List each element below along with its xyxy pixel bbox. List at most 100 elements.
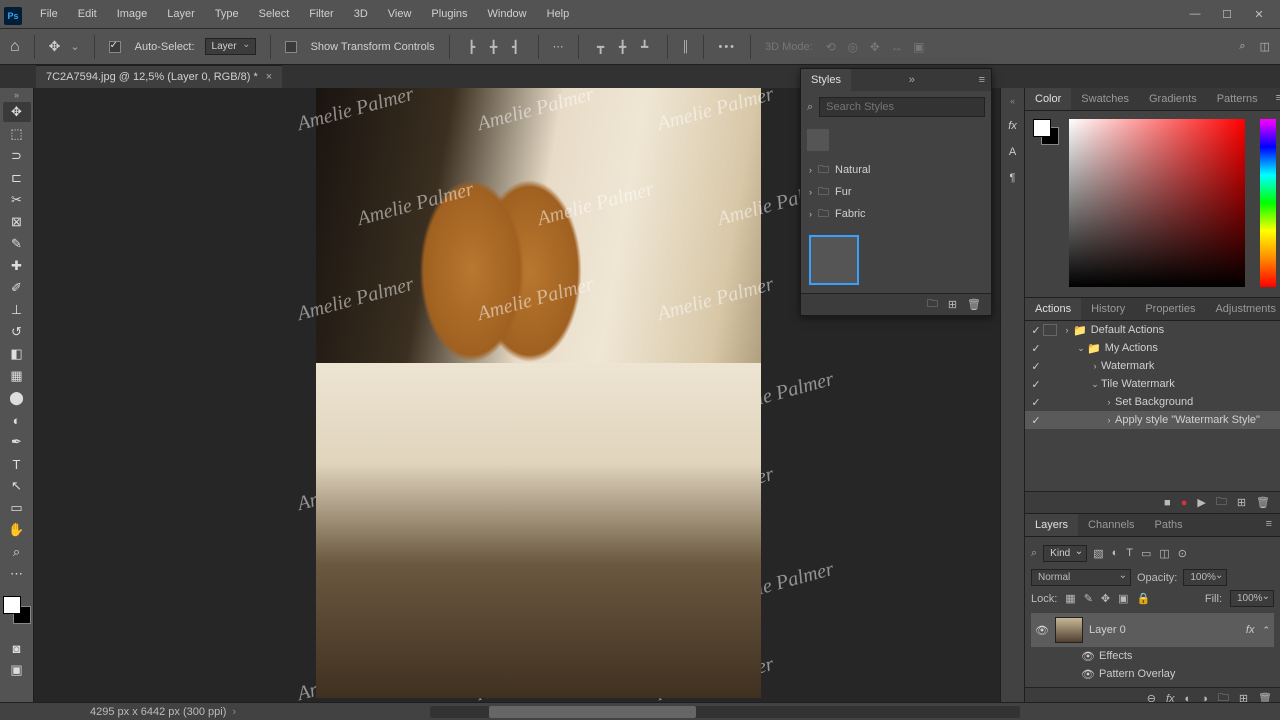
new-set-icon[interactable]: 🗀	[1216, 493, 1227, 512]
panel-menu-icon[interactable]: ≡	[1258, 514, 1280, 536]
align-vcenter-icon[interactable]: ╋	[615, 40, 631, 54]
fx-badge[interactable]: fx	[1246, 624, 1255, 636]
eyedropper-tool[interactable]: ✎	[3, 234, 31, 254]
tab-adjustments[interactable]: Adjustments	[1205, 298, 1280, 320]
action-dialog-toggle[interactable]	[1043, 342, 1057, 354]
blend-mode-dropdown[interactable]: Normal	[1031, 569, 1131, 586]
panel-menu-icon[interactable]: ≡	[973, 74, 991, 86]
panel-menu-icon[interactable]: ≡	[1268, 88, 1280, 110]
tab-styles[interactable]: Styles	[801, 69, 851, 91]
style-swatch[interactable]	[807, 129, 829, 151]
filter-smart-icon[interactable]: ◫	[1159, 547, 1169, 560]
tab-swatches[interactable]: Swatches	[1071, 88, 1139, 110]
menu-filter[interactable]: Filter	[299, 0, 343, 28]
collapse-icon[interactable]: »	[903, 74, 921, 86]
menu-file[interactable]: File	[30, 0, 68, 28]
filter-type-icon[interactable]: T	[1126, 547, 1133, 560]
align-right-icon[interactable]: ┫	[508, 40, 524, 54]
home-icon[interactable]: ⌂	[10, 38, 20, 56]
fx-expand-icon[interactable]: ⌃	[1262, 625, 1270, 636]
hue-slider[interactable]	[1260, 119, 1276, 287]
crop-tool[interactable]: ✂	[3, 190, 31, 210]
menu-edit[interactable]: Edit	[68, 0, 107, 28]
menu-image[interactable]: Image	[107, 0, 158, 28]
layer-effect-item[interactable]: 👁 Pattern Overlay	[1031, 665, 1274, 683]
menu-view[interactable]: View	[378, 0, 422, 28]
lasso-tool[interactable]: ⊃	[3, 146, 31, 166]
close-icon[interactable]: ✕	[1252, 8, 1266, 21]
disclosure-icon[interactable]: ›	[1103, 397, 1115, 407]
filter-pixel-icon[interactable]: ▧	[1093, 547, 1103, 560]
action-row[interactable]: ✓›📁Default Actions	[1025, 321, 1280, 339]
delete-icon[interactable]: 🗑	[1256, 496, 1270, 509]
tab-history[interactable]: History	[1081, 298, 1135, 320]
menu-help[interactable]: Help	[537, 0, 580, 28]
pen-tool[interactable]: ✒	[3, 432, 31, 452]
brush-tool[interactable]: ✐	[3, 278, 31, 298]
fg-bg-swatch[interactable]	[1033, 119, 1059, 145]
horizontal-scrollbar[interactable]	[430, 706, 1020, 718]
filter-adjust-icon[interactable]: ◐	[1112, 547, 1119, 560]
fill-input[interactable]: 100%	[1230, 590, 1274, 607]
styles-search-input[interactable]	[819, 97, 985, 117]
fx-panel-icon[interactable]: fx	[1008, 120, 1017, 132]
stamp-tool[interactable]: ⊥	[3, 300, 31, 320]
tab-channels[interactable]: Channels	[1078, 514, 1144, 536]
tab-patterns[interactable]: Patterns	[1207, 88, 1268, 110]
style-group[interactable]: ›🗀Fabric	[801, 203, 991, 225]
quick-mask-icon[interactable]: ◙	[3, 638, 31, 658]
disclosure-icon[interactable]: ›	[1089, 361, 1101, 371]
selected-style-thumb[interactable]	[809, 235, 859, 285]
color-swatches[interactable]	[3, 596, 31, 624]
lock-position-icon[interactable]: ✥	[1101, 592, 1110, 605]
marquee-tool[interactable]: ⬚	[3, 124, 31, 144]
close-tab-icon[interactable]: ×	[266, 71, 272, 83]
disclosure-icon[interactable]: ›	[1103, 415, 1115, 425]
styles-panel[interactable]: Styles » ≡ ⌕ ›🗀Natural ›🗀Fur ›🗀Fabric 🗀 …	[800, 68, 992, 316]
hand-tool[interactable]: ✋	[3, 520, 31, 540]
visibility-icon[interactable]: 👁	[1081, 650, 1093, 663]
tab-actions[interactable]: Actions	[1025, 298, 1081, 320]
distribute-v-icon[interactable]: ║	[682, 41, 690, 53]
tab-layers[interactable]: Layers	[1025, 514, 1078, 536]
tab-paths[interactable]: Paths	[1145, 514, 1193, 536]
menu-plugins[interactable]: Plugins	[421, 0, 477, 28]
action-dialog-toggle[interactable]	[1043, 378, 1057, 390]
search-icon[interactable]: ⌕	[1239, 40, 1245, 53]
layer-name[interactable]: Layer 0	[1089, 624, 1240, 636]
menu-type[interactable]: Type	[205, 0, 249, 28]
visibility-icon[interactable]: 👁	[1081, 668, 1093, 681]
new-action-icon[interactable]: ⊞	[1237, 496, 1246, 509]
filter-shape-icon[interactable]: ▭	[1141, 547, 1151, 560]
eraser-tool[interactable]: ◧	[3, 344, 31, 364]
delete-style-icon[interactable]: 🗑	[967, 298, 981, 311]
shape-tool[interactable]: ▭	[3, 498, 31, 518]
action-check-icon[interactable]: ✓	[1029, 360, 1043, 373]
document-dimensions[interactable]: 4295 px x 6442 px (300 ppi)	[90, 706, 226, 718]
disclosure-icon[interactable]: ›	[1061, 325, 1073, 335]
action-row[interactable]: ✓⌄📁My Actions	[1025, 339, 1280, 357]
align-hcenter-icon[interactable]: ╋	[486, 40, 502, 54]
action-check-icon[interactable]: ✓	[1029, 414, 1043, 427]
show-transform-checkbox[interactable]	[285, 41, 297, 53]
menu-3d[interactable]: 3D	[344, 0, 378, 28]
document-canvas[interactable]: Amelie PalmerAmelie PalmerAmelie PalmerA…	[316, 88, 761, 698]
screen-mode-icon[interactable]: ▣	[3, 660, 31, 680]
play-icon[interactable]: ▶	[1197, 496, 1205, 509]
tab-color[interactable]: Color	[1025, 88, 1071, 110]
action-row[interactable]: ✓⌄Tile Watermark	[1025, 375, 1280, 393]
action-dialog-toggle[interactable]	[1043, 324, 1057, 336]
lock-all-icon[interactable]: 🔒	[1137, 592, 1151, 605]
filter-toggle-icon[interactable]: ⊙	[1178, 547, 1187, 560]
history-brush-tool[interactable]: ↺	[3, 322, 31, 342]
lock-paint-icon[interactable]: ✎	[1084, 592, 1093, 605]
edit-toolbar[interactable]: ⋯	[3, 564, 31, 584]
path-tool[interactable]: ↖	[3, 476, 31, 496]
new-style-icon[interactable]: ⊞	[948, 298, 957, 311]
tool-preset-dropdown-icon[interactable]: ⌄	[70, 40, 79, 53]
action-check-icon[interactable]: ✓	[1029, 324, 1043, 337]
layer-row[interactable]: 👁 Layer 0 fx ⌃	[1031, 613, 1274, 647]
menu-window[interactable]: Window	[478, 0, 537, 28]
more-align-icon[interactable]: •••	[718, 41, 736, 53]
gradient-tool[interactable]: ▦	[3, 366, 31, 386]
